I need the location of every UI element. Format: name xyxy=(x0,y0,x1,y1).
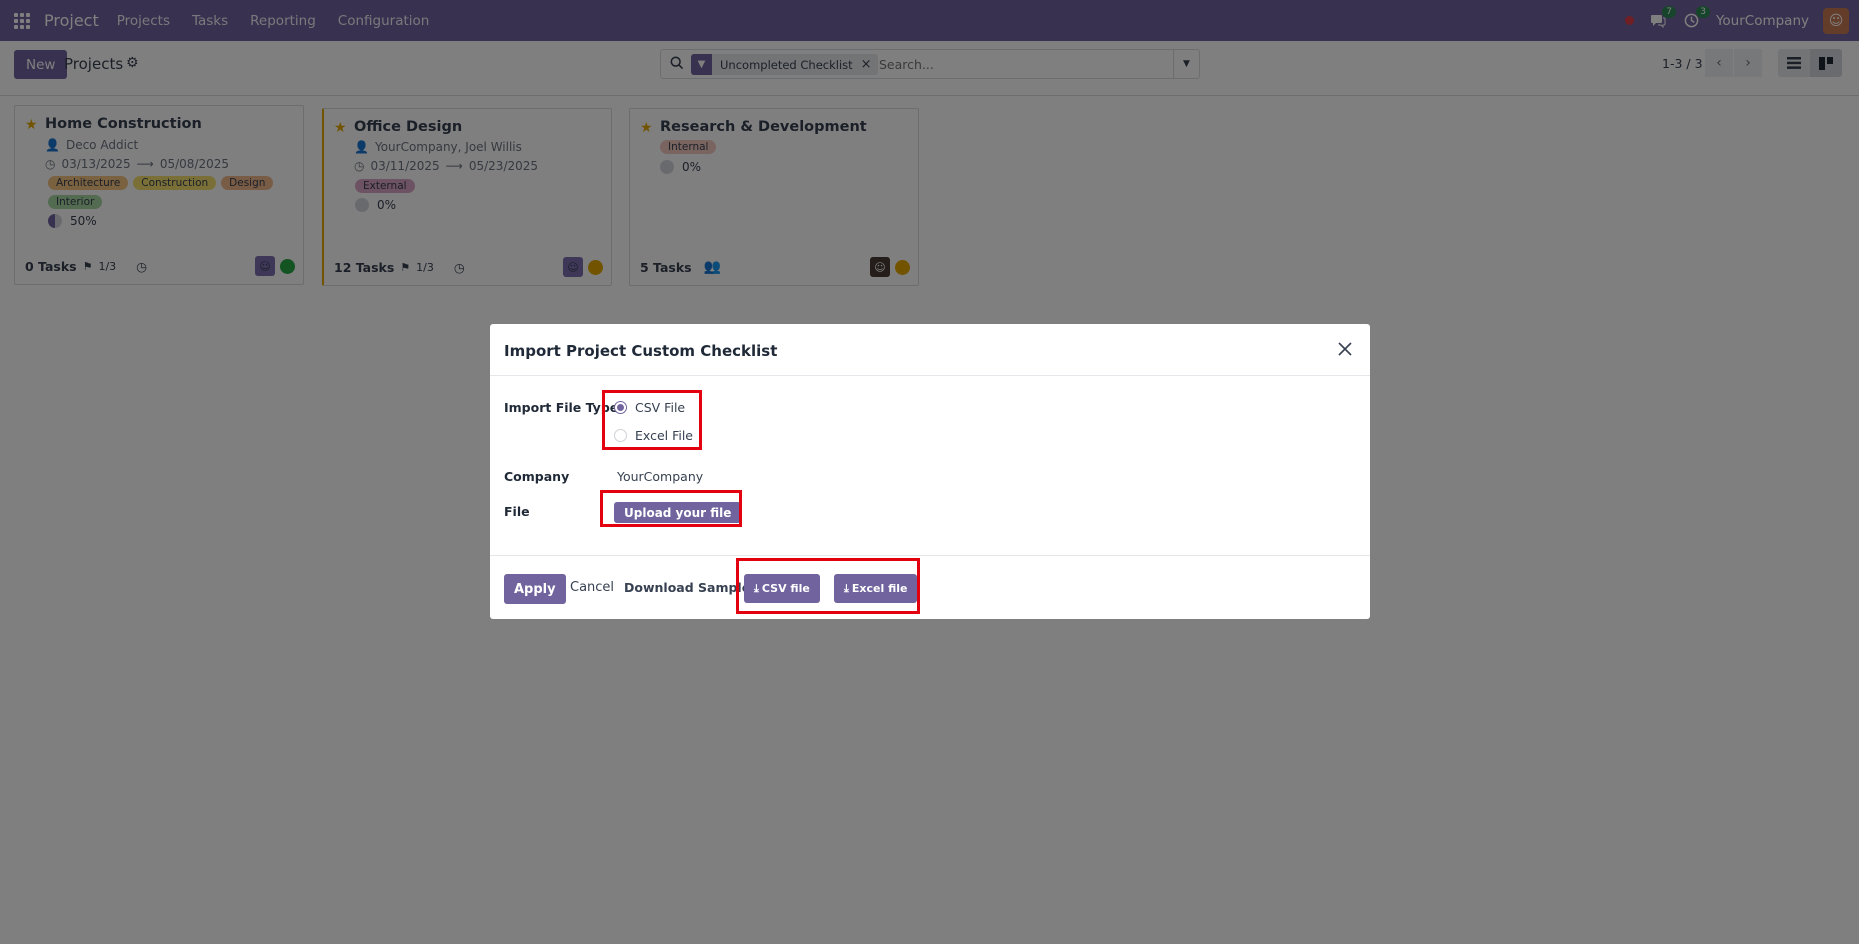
apply-button[interactable]: Apply xyxy=(504,574,566,604)
highlight-box-file-type xyxy=(602,390,702,450)
dialog-title: Import Project Custom Checklist xyxy=(504,342,778,360)
company-label: Company xyxy=(504,469,570,484)
dialog-footer: Apply Cancel Download Sample: ⤓ CSV file… xyxy=(490,555,1370,619)
highlight-box-download xyxy=(736,558,920,614)
close-icon[interactable] xyxy=(1334,338,1356,360)
import-dialog: Import Project Custom Checklist Import F… xyxy=(490,324,1370,619)
company-value: YourCompany xyxy=(617,469,704,484)
file-label: File xyxy=(504,504,530,519)
dialog-header: Import Project Custom Checklist xyxy=(490,324,1370,376)
cancel-button[interactable]: Cancel xyxy=(570,580,614,595)
highlight-box-upload xyxy=(600,490,742,527)
